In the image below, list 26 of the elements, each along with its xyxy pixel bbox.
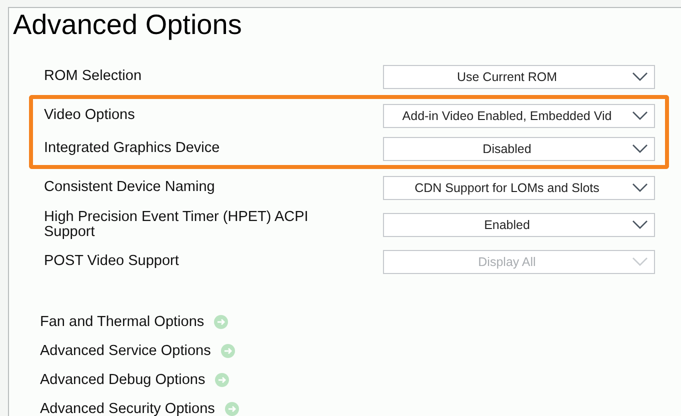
page-title: Advanced Options <box>12 8 243 42</box>
chevron-down-icon <box>632 183 648 192</box>
arrow-circle-icon[interactable] <box>224 402 239 416</box>
submenu-link[interactable]: Fan and Thermal Options <box>40 314 204 330</box>
dropdown[interactable]: CDN Support for LOMs and Slots <box>383 176 655 200</box>
submenu-link[interactable]: Advanced Security Options <box>40 401 215 416</box>
arrow-circle-icon[interactable] <box>214 315 228 329</box>
dropdown[interactable]: Use Current ROM <box>383 64 655 88</box>
setting-label: Integrated Graphics Device <box>44 141 221 156</box>
chevron-down-icon <box>632 220 648 229</box>
dropdown[interactable]: Disabled <box>383 136 655 160</box>
setting-label: POST Video Support <box>44 254 180 269</box>
chevron-down-icon <box>632 72 648 81</box>
setting-label: High Precision Event Timer (HPET) ACPI Support <box>44 210 310 240</box>
arrow-circle-icon[interactable] <box>215 373 230 387</box>
dropdown[interactable]: Add-in Video Enabled, Embedded Vid <box>383 104 655 128</box>
setting-label: Consistent Device Naming <box>44 180 216 195</box>
setting-label: Video Options <box>44 108 136 123</box>
submenu-link[interactable]: Advanced Service Options <box>40 343 211 359</box>
setting-label: ROM Selection <box>44 69 143 84</box>
dropdown[interactable]: Enabled <box>383 212 655 236</box>
submenu-link[interactable]: Advanced Debug Options <box>40 372 206 388</box>
chevron-down-icon <box>632 111 648 120</box>
chevron-down-icon <box>632 144 648 153</box>
chevron-down-icon <box>632 257 648 266</box>
arrow-circle-icon[interactable] <box>220 344 235 358</box>
